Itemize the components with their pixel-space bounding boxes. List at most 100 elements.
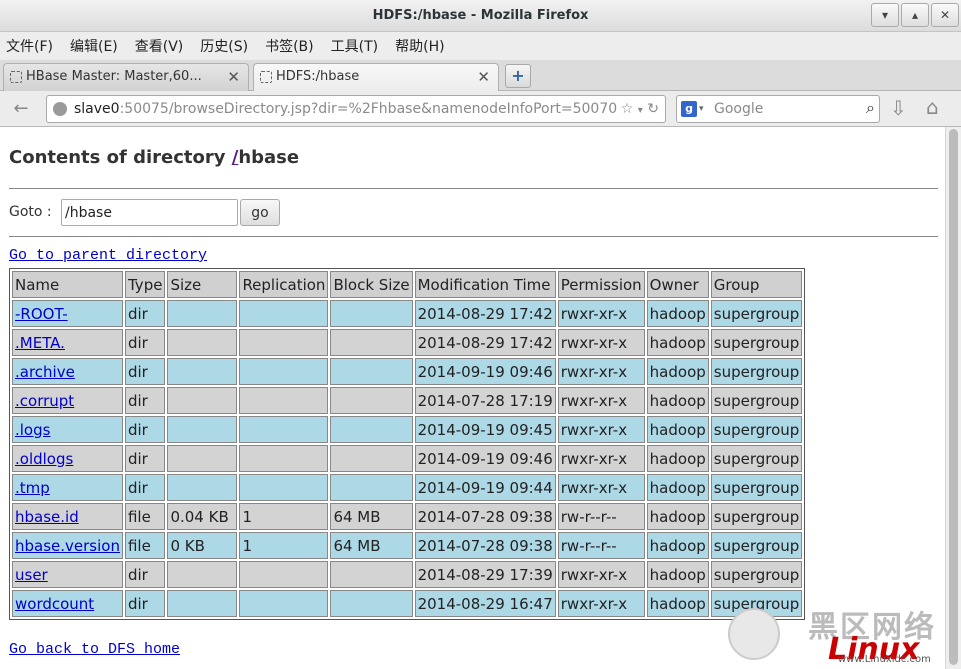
table-cell (239, 590, 329, 617)
table-cell: 1 (239, 532, 329, 559)
table-cell (167, 358, 238, 385)
home-icon[interactable]: ⌂ (926, 95, 939, 119)
bookmark-star-icon[interactable]: ☆ (621, 101, 634, 117)
directory-table: Name Type Size Replication Block Size Mo… (9, 268, 806, 620)
menu-edit[interactable]: 编辑(E) (70, 36, 118, 56)
table-cell: 2014-09-19 09:46 (414, 445, 556, 472)
vertical-scrollbar[interactable] (945, 127, 961, 669)
table-cell: rw-r--r-- (557, 532, 645, 559)
entry-link[interactable]: hbase.id (15, 508, 79, 526)
table-cell: dir (124, 358, 166, 385)
table-cell: supergroup (710, 474, 803, 501)
table-cell: dir (124, 561, 166, 588)
parent-directory-link[interactable]: Go to parent directory (9, 247, 207, 264)
menu-help[interactable]: 帮助(H) (395, 36, 444, 56)
entry-link[interactable]: .archive (15, 363, 75, 381)
table-cell: 2014-07-28 17:19 (414, 387, 556, 414)
table-cell: dir (124, 590, 166, 617)
table-cell (239, 387, 329, 414)
entry-link[interactable]: .tmp (15, 479, 50, 497)
page-icon (260, 71, 272, 83)
table-cell: dir (124, 387, 166, 414)
search-engine-dropdown-icon[interactable]: ▾ (699, 96, 704, 122)
name-cell: wordcount (12, 590, 123, 617)
navigation-bar: ← slave0:50075/browseDirectory.jsp?dir=%… (0, 91, 961, 127)
table-cell: rwxr-xr-x (557, 358, 645, 385)
entry-link[interactable]: -ROOT- (15, 305, 68, 323)
menu-tools[interactable]: 工具(T) (331, 36, 378, 56)
entry-link[interactable]: .META. (15, 334, 65, 352)
tab-hbase-master[interactable]: HBase Master: Master,60... ✕ (3, 63, 249, 91)
new-tab-button[interactable]: + (505, 64, 531, 88)
table-cell (239, 445, 329, 472)
entry-link[interactable]: wordcount (15, 595, 94, 613)
goto-input[interactable] (61, 199, 238, 226)
table-cell (239, 300, 329, 327)
table-cell: hadoop (646, 358, 709, 385)
table-cell (330, 358, 413, 385)
url-bar[interactable]: slave0:50075/browseDirectory.jsp?dir=%2F… (46, 95, 666, 123)
tab-hdfs-hbase[interactable]: HDFS:/hbase ✕ (253, 63, 499, 91)
menu-file[interactable]: 文件(F) (6, 36, 53, 56)
entry-link[interactable]: .logs (15, 421, 50, 439)
column-header: Owner (646, 271, 709, 298)
entry-link[interactable]: .oldlogs (15, 450, 73, 468)
scrollbar-thumb[interactable] (949, 129, 958, 665)
search-placeholder: Google (714, 101, 764, 117)
table-cell (239, 416, 329, 443)
table-cell: rwxr-xr-x (557, 300, 645, 327)
url-bar-actions: ☆ ▾ ↻ (621, 96, 659, 124)
google-icon[interactable]: g (681, 101, 697, 117)
reload-icon[interactable]: ↻ (647, 101, 659, 117)
maximize-button[interactable]: ▴ (901, 3, 929, 27)
close-window-button[interactable]: ✕ (931, 3, 959, 27)
dfs-home-link[interactable]: Go back to DFS home (9, 641, 180, 658)
table-row: -ROOT-dir 2014-08-29 17:42 rwxr-xr-x hadoop… (12, 300, 803, 327)
table-cell: 2014-07-28 09:38 (414, 503, 556, 530)
table-row: .archive dir 2014-09-19 09:46 rwxr-xr-x hado… (12, 358, 803, 385)
history-dropdown-icon[interactable]: ▾ (638, 105, 643, 116)
menu-history[interactable]: 历史(S) (200, 36, 248, 56)
table-cell (330, 445, 413, 472)
close-tab-icon[interactable]: ✕ (477, 64, 490, 90)
minimize-button[interactable]: ▾ (871, 3, 899, 27)
table-row: .logs dir 2014-09-19 09:45 rwxr-xr-x hadoop s… (12, 416, 803, 443)
table-cell: rwxr-xr-x (557, 474, 645, 501)
table-cell: dir (124, 329, 166, 356)
table-cell: dir (124, 474, 166, 501)
table-cell: hadoop (646, 445, 709, 472)
table-cell: hadoop (646, 387, 709, 414)
table-cell: rw-r--r-- (557, 503, 645, 530)
table-cell (167, 445, 238, 472)
back-button[interactable]: ← (4, 95, 38, 123)
table-cell (167, 590, 238, 617)
search-icon[interactable]: ⌕ (866, 98, 875, 118)
table-row: .META. dir 2014-08-29 17:42 rwxr-xr-x hadoop… (12, 329, 803, 356)
name-cell: .logs (12, 416, 123, 443)
search-bar[interactable]: g ▾ Google ⌕ (676, 95, 880, 123)
name-cell: hbase.id (12, 503, 123, 530)
go-button[interactable]: go (240, 199, 280, 226)
menu-view[interactable]: 查看(V) (135, 36, 184, 56)
table-cell: supergroup (710, 532, 803, 559)
table-cell: supergroup (710, 561, 803, 588)
table-cell: hadoop (646, 590, 709, 617)
menu-bookmarks[interactable]: 书签(B) (265, 36, 314, 56)
page-title: Contents of directory /hbase (9, 147, 300, 168)
table-cell: 2014-09-19 09:44 (414, 474, 556, 501)
name-cell: .oldlogs (12, 445, 123, 472)
entry-link[interactable]: hbase.version (15, 537, 120, 555)
entry-link[interactable]: .corrupt (15, 392, 74, 410)
divider (9, 188, 938, 189)
table-cell: rwxr-xr-x (557, 445, 645, 472)
table-cell (239, 561, 329, 588)
url-text: slave0:50075/browseDirectory.jsp?dir=%2F… (74, 101, 618, 117)
column-header: Modification Time (414, 271, 556, 298)
table-row: .corrupt dir 2014-07-28 17:19 rwxr-xr-x hado… (12, 387, 803, 414)
divider (9, 236, 938, 237)
window-controls: ▾ ▴ ✕ (871, 3, 959, 27)
close-tab-icon[interactable]: ✕ (227, 64, 240, 90)
table-cell: rwxr-xr-x (557, 561, 645, 588)
entry-link[interactable]: user (15, 566, 48, 584)
download-icon[interactable]: ⇩ (890, 96, 907, 120)
